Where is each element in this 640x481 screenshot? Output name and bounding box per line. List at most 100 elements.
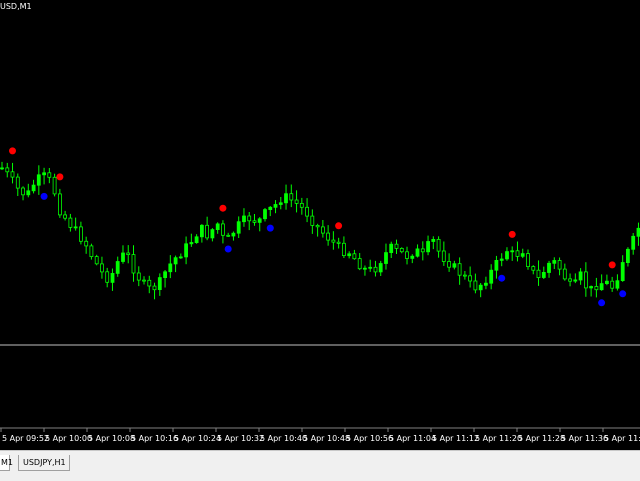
candle-body [121, 252, 125, 262]
tab-active-chart[interactable]: M1 [0, 455, 13, 471]
candle-body [10, 171, 15, 178]
chart-window[interactable]: 5 Apr 09:52 5 Apr 10:00 5 Apr 10:08 5 Apr 1… [0, 0, 640, 450]
candle-body [515, 250, 520, 257]
candle-body [194, 236, 199, 244]
candle-body [236, 221, 241, 234]
candle-body [315, 224, 320, 228]
candle-body [94, 256, 99, 265]
candle-body [320, 226, 325, 234]
candle-body [457, 263, 462, 276]
candle-body [299, 202, 304, 208]
time-axis-label: 5 Apr 10:32 [217, 434, 264, 443]
time-axis-label: 5 Apr 10:08 [88, 434, 135, 443]
candle-body [68, 217, 73, 228]
buy-signal-dot [266, 224, 274, 232]
candle-body [405, 251, 409, 259]
candle-body [26, 190, 31, 196]
candle-body [52, 176, 57, 195]
candle-body [331, 239, 336, 243]
candle-body [205, 224, 210, 239]
candle-body [252, 220, 257, 223]
candle-body [368, 266, 373, 269]
candle-body [5, 167, 10, 173]
candle-body [310, 215, 315, 226]
candle-body [131, 254, 136, 274]
time-axis-label: 5 Apr 10:40 [260, 434, 307, 443]
candle-body [79, 226, 83, 242]
candle-body [347, 253, 352, 257]
candle-body [573, 279, 578, 282]
candle-body [47, 172, 52, 178]
candle-body [578, 271, 583, 281]
buy-signal-dot [619, 290, 627, 298]
candle-body [410, 255, 415, 259]
candle-body [273, 204, 278, 208]
buy-signal-dot [498, 274, 506, 282]
sell-signal-dot [508, 230, 516, 238]
candle-body [605, 280, 609, 285]
candle-body [199, 224, 204, 238]
candle-body [268, 206, 273, 211]
candle-body [499, 258, 504, 261]
candle-body [210, 229, 215, 239]
candle-body [173, 257, 178, 265]
price-chart[interactable]: 5 Apr 09:525 Apr 10:005 Apr 10:085 Apr 1… [0, 0, 640, 450]
candle-body [389, 243, 394, 253]
candle-body [136, 272, 141, 281]
candle-body [352, 253, 357, 260]
candle-body [284, 193, 288, 204]
candle-body [489, 269, 494, 284]
candle-body [394, 243, 399, 249]
candle-body [547, 262, 551, 273]
candle-body [620, 262, 625, 282]
tab-usdjpy-h1[interactable]: USDJPY,H1 [18, 455, 70, 471]
candle-body [247, 215, 252, 222]
candle-body [31, 184, 36, 192]
time-axis-label: 5 Apr 11:36 [561, 434, 608, 443]
time-axis-label: 5 Apr 11:04 [389, 434, 436, 443]
time-axis-label: 5 Apr 10:16 [131, 434, 178, 443]
candle-body [105, 271, 110, 283]
candle-body [447, 261, 452, 268]
time-axis-label: 5 Apr 09:52 [2, 434, 49, 443]
candle-body [384, 252, 388, 264]
candle-body [431, 238, 436, 242]
chart-tab-bar: M1 USDJPY,H1 [0, 450, 640, 481]
candle-body [436, 238, 441, 252]
time-axis-label: 5 Apr 10:56 [346, 434, 393, 443]
time-axis-label: 5 Apr 11:44 [604, 434, 640, 443]
candle-body [468, 275, 473, 282]
candle-body [399, 247, 404, 253]
candle-body [341, 242, 346, 257]
candle-body [0, 167, 4, 170]
candle-body [242, 215, 246, 223]
candle-body [215, 223, 220, 230]
candle-body [357, 258, 362, 270]
chart-symbol-title: USD,M1 [0, 2, 32, 11]
candle-body [189, 242, 194, 245]
sell-signal-dot [335, 222, 343, 230]
candle-body [184, 243, 189, 258]
candle-body [568, 278, 572, 282]
time-axis-label: 5 Apr 11:20 [475, 434, 522, 443]
time-axis-label: 5 Apr 10:00 [45, 434, 92, 443]
candle-body [168, 263, 173, 273]
candle-body [420, 248, 425, 253]
candle-body [226, 234, 231, 237]
candle-body [520, 253, 525, 257]
candle-body [257, 218, 262, 223]
candle-body [231, 232, 236, 237]
candle-body [599, 283, 604, 291]
candle-body [142, 279, 146, 282]
candle-body [100, 263, 104, 273]
candle-body [36, 174, 41, 186]
candle-body [531, 266, 536, 271]
candle-body [526, 253, 530, 268]
candle-body [152, 285, 157, 291]
candle-body [536, 269, 541, 279]
time-axis-label: 5 Apr 10:48 [303, 434, 350, 443]
candle-body [626, 248, 630, 264]
candle-body [15, 176, 20, 189]
candle-body [110, 272, 115, 283]
candle-body [557, 260, 562, 270]
